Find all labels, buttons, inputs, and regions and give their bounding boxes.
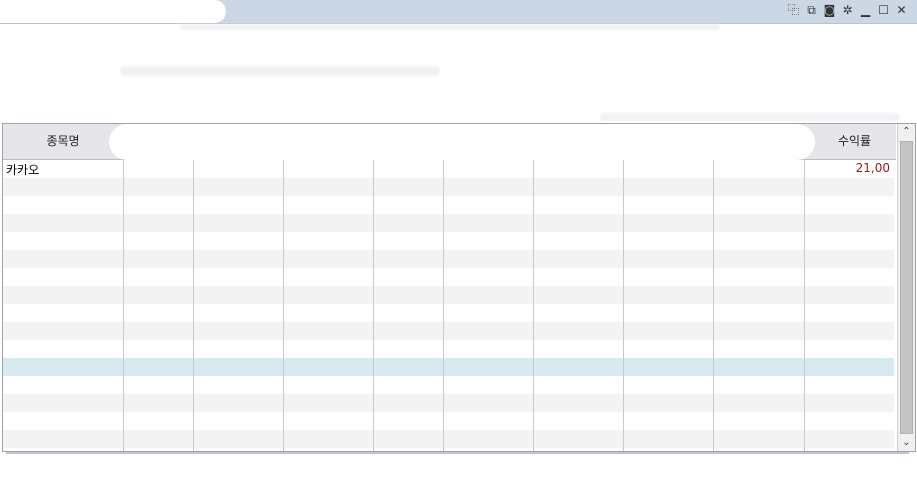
- table-row[interactable]: [3, 196, 894, 214]
- column-divider: [193, 160, 194, 451]
- table-row[interactable]: [3, 322, 894, 340]
- table-row[interactable]: [3, 430, 894, 448]
- redacted-area: [180, 24, 720, 30]
- close-icon[interactable]: ✕: [894, 3, 909, 18]
- minimize-icon[interactable]: ▁: [858, 3, 873, 18]
- scroll-down-icon[interactable]: ⌄: [898, 435, 915, 451]
- window-title-redacted: [0, 0, 226, 23]
- vertical-scrollbar[interactable]: ⌃ ⌄: [897, 124, 915, 451]
- grid-body: 카카오 21,00: [3, 160, 894, 451]
- camera-icon[interactable]: ◙: [822, 3, 837, 18]
- table-row[interactable]: [3, 340, 894, 358]
- column-header-name[interactable]: 종목명: [3, 124, 123, 159]
- table-row[interactable]: [3, 358, 894, 376]
- table-row[interactable]: [3, 232, 894, 250]
- table-row[interactable]: [3, 214, 894, 232]
- table-row[interactable]: [3, 268, 894, 286]
- new-window-icon[interactable]: ⿻: [786, 3, 801, 18]
- table-row[interactable]: [3, 394, 894, 412]
- scroll-thumb[interactable]: [900, 141, 913, 434]
- table-row[interactable]: [3, 286, 894, 304]
- table-row[interactable]: 카카오 21,00: [3, 160, 894, 178]
- cell-return-rate: 21,00: [855, 161, 890, 175]
- stock-grid: 종목명 수익률 카카오 21,00 ⌃ ⌄: [2, 123, 916, 452]
- scroll-up-icon[interactable]: ⌃: [898, 124, 915, 140]
- redacted-headers: [109, 124, 815, 160]
- title-bar-controls: ⿻ ⧉ ◙ ✲ ▁ ☐ ✕: [786, 3, 909, 18]
- grid-header: 종목명 수익률: [3, 124, 896, 160]
- column-divider: [804, 160, 805, 451]
- table-row[interactable]: [3, 376, 894, 394]
- cell-stock-name: 카카오: [6, 163, 40, 177]
- table-row[interactable]: [3, 304, 894, 322]
- redacted-area: [120, 66, 440, 76]
- settings-gear-icon[interactable]: ✲: [840, 3, 855, 18]
- footer-divider: [6, 452, 909, 454]
- column-divider: [623, 160, 624, 451]
- column-divider: [283, 160, 284, 451]
- column-divider: [373, 160, 374, 451]
- table-row[interactable]: [3, 178, 894, 196]
- footer-redacted: [0, 456, 917, 504]
- column-divider: [443, 160, 444, 451]
- maximize-icon[interactable]: ☐: [876, 3, 891, 18]
- column-divider: [713, 160, 714, 451]
- column-divider: [533, 160, 534, 451]
- title-bar: ⿻ ⧉ ◙ ✲ ▁ ☐ ✕: [0, 0, 917, 24]
- redacted-area: [600, 113, 900, 121]
- column-header-rate[interactable]: 수익률: [815, 124, 894, 159]
- column-divider: [123, 160, 124, 451]
- copy-icon[interactable]: ⧉: [804, 3, 819, 18]
- table-row[interactable]: [3, 250, 894, 268]
- table-row[interactable]: [3, 412, 894, 430]
